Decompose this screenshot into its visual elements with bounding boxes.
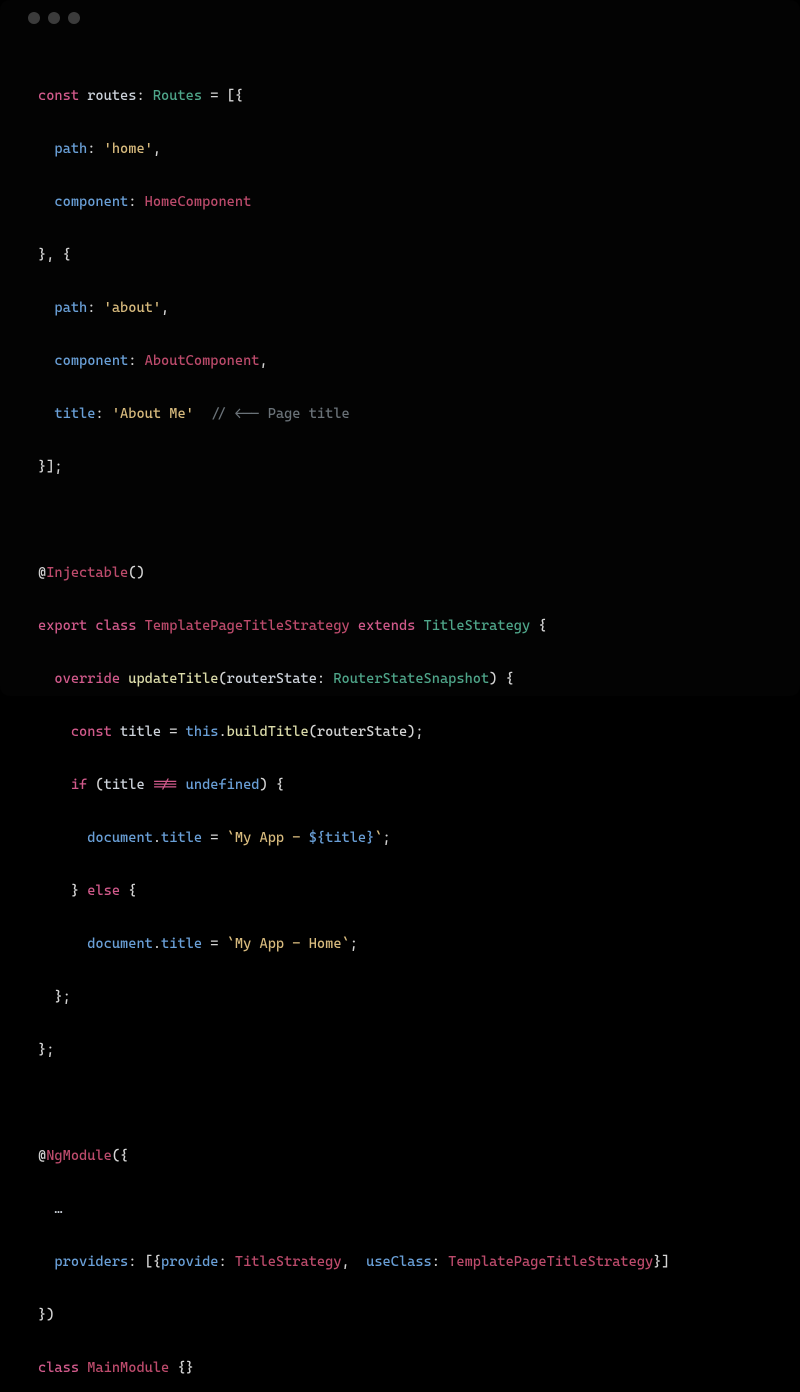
code-line: }]; xyxy=(38,454,762,481)
code-line: }) xyxy=(38,1302,762,1329)
code-line: }; xyxy=(38,1037,762,1064)
window-close-dot[interactable] xyxy=(28,12,40,24)
window-zoom-dot[interactable] xyxy=(68,12,80,24)
code-line: export class TemplatePageTitleStrategy e… xyxy=(38,613,762,640)
code-line xyxy=(38,1090,762,1117)
code-line: … xyxy=(38,1196,762,1223)
code-window: const routes: Routes = [{ path: 'home', … xyxy=(0,0,800,696)
code-line: document.title = `My App - ${title}`; xyxy=(38,825,762,852)
code-line: component: AboutComponent, xyxy=(38,348,762,375)
code-line: component: HomeComponent xyxy=(38,189,762,216)
window-minimize-dot[interactable] xyxy=(48,12,60,24)
code-line: title: 'About Me' // <-- Page title xyxy=(38,401,762,428)
code-line: path: 'home', xyxy=(38,136,762,163)
code-line: @Injectable() xyxy=(38,560,762,587)
code-line: if (title !== undefined) { xyxy=(38,772,762,799)
code-line: const routes: Routes = [{ xyxy=(38,83,762,110)
code-line: document.title = `My App - Home`; xyxy=(38,931,762,958)
code-line: path: 'about', xyxy=(38,295,762,322)
code-line xyxy=(38,507,762,534)
code-line: const title = this.buildTitle(routerStat… xyxy=(38,719,762,746)
code-editor[interactable]: const routes: Routes = [{ path: 'home', … xyxy=(0,34,800,1392)
code-line: class MainModule {} xyxy=(38,1355,762,1382)
code-line: providers: [{provide: TitleStrategy, use… xyxy=(38,1249,762,1276)
code-line: }, { xyxy=(38,242,762,269)
code-line: } else { xyxy=(38,878,762,905)
code-line: override updateTitle(routerState: Router… xyxy=(38,666,762,693)
code-line: @NgModule({ xyxy=(38,1143,762,1170)
code-line: }; xyxy=(38,984,762,1011)
window-titlebar xyxy=(0,12,800,34)
